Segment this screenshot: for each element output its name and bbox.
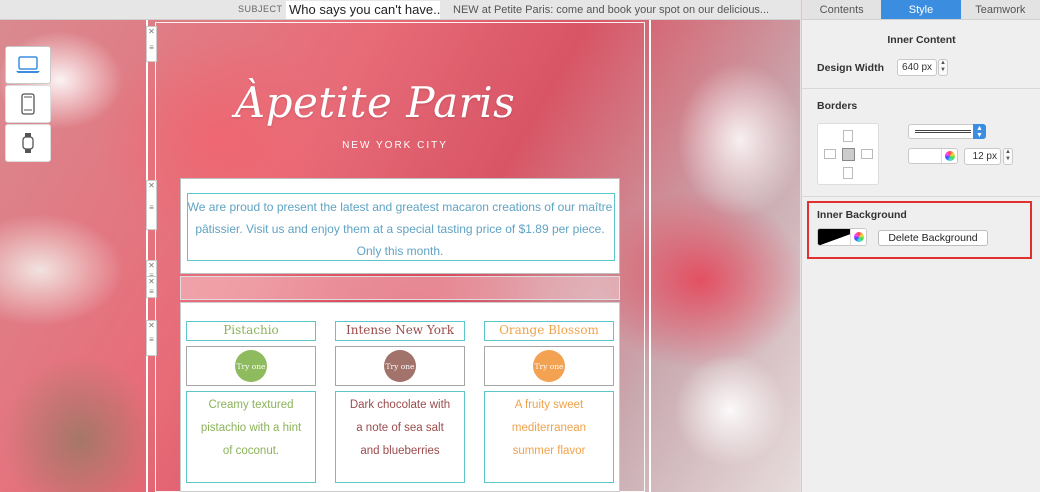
border-all-toggle[interactable] bbox=[842, 148, 855, 161]
row-handle[interactable]: ✕ ≡ bbox=[146, 320, 157, 356]
border-style-select[interactable]: ▲ ▼ bbox=[908, 124, 986, 139]
divider bbox=[802, 88, 1040, 89]
brand-logo: Àpetite Paris bbox=[234, 78, 516, 127]
desktop-view-button[interactable] bbox=[5, 46, 51, 84]
inner-content-title: Inner Content bbox=[887, 34, 956, 46]
badge-cell: Try one bbox=[484, 346, 614, 386]
tab-teamwork[interactable]: Teamwork bbox=[961, 0, 1040, 19]
product-desc-cell: A fruity sweet mediterranean summer flav… bbox=[484, 391, 614, 483]
subject-bar: SUBJECT Who says you can't have... NEW a… bbox=[0, 0, 800, 20]
close-icon[interactable]: ✕ bbox=[148, 321, 155, 331]
design-width-input[interactable]: 640 px bbox=[897, 59, 937, 76]
subject-input[interactable]: Who says you can't have... bbox=[286, 1, 440, 19]
row-handle[interactable]: ✕ ≡ bbox=[146, 180, 157, 230]
row-handle[interactable]: ✕ ≡ bbox=[146, 26, 157, 62]
product-description[interactable]: A fruity sweet mediterranean summer flav… bbox=[485, 392, 613, 465]
border-width-stepper[interactable]: ▲ ▼ bbox=[1003, 148, 1013, 165]
try-one-badge[interactable]: Try one bbox=[533, 350, 565, 382]
border-right-toggle[interactable] bbox=[861, 149, 873, 159]
border-width-input[interactable]: 12 px bbox=[964, 148, 1001, 165]
product-name-cell: Orange Blossom bbox=[484, 321, 614, 341]
border-left-toggle[interactable] bbox=[824, 149, 836, 159]
product-name-cell: Pistachio bbox=[186, 321, 316, 341]
color-wheel-icon bbox=[941, 149, 957, 163]
product-name[interactable]: Orange Blossom bbox=[485, 322, 613, 338]
product-description[interactable]: Dark chocolate with a note of sea salt a… bbox=[336, 392, 464, 465]
panel-tabs: Contents Style Teamwork bbox=[802, 0, 1040, 20]
design-width-label: Design Width bbox=[817, 62, 884, 74]
phone-icon bbox=[21, 93, 35, 115]
close-icon[interactable]: ✕ bbox=[148, 27, 155, 37]
drag-handle-icon[interactable]: ≡ bbox=[149, 43, 154, 53]
product-name-cell: Intense New York bbox=[335, 321, 465, 341]
product-desc-cell: Dark chocolate with a note of sea salt a… bbox=[335, 391, 465, 483]
email-canvas: Àpetite Paris NEW YORK CITY ✕ ≡ ✕ ≡ ✕ ≡ … bbox=[0, 20, 800, 492]
drag-handle-icon[interactable]: ≡ bbox=[149, 203, 154, 213]
mobile-view-button[interactable] bbox=[5, 85, 51, 123]
drag-handle-icon[interactable]: ≡ bbox=[149, 335, 154, 345]
close-icon[interactable]: ✕ bbox=[148, 261, 155, 271]
intro-text[interactable]: We are proud to present the latest and g… bbox=[185, 196, 615, 262]
watch-icon bbox=[22, 133, 34, 153]
laptop-icon bbox=[16, 56, 40, 73]
brand-city: NEW YORK CITY bbox=[342, 140, 448, 151]
border-top-toggle[interactable] bbox=[843, 130, 853, 142]
product-name[interactable]: Pistachio bbox=[187, 322, 315, 338]
divider bbox=[802, 196, 1040, 197]
tab-style[interactable]: Style bbox=[881, 0, 961, 19]
badge-cell: Try one bbox=[335, 346, 465, 386]
product-name[interactable]: Intense New York bbox=[336, 322, 464, 338]
try-one-badge[interactable]: Try one bbox=[384, 350, 416, 382]
product-desc-cell: Creamy textured pistachio with a hint of… bbox=[186, 391, 316, 483]
border-side-selector[interactable] bbox=[817, 123, 879, 185]
close-icon[interactable]: ✕ bbox=[148, 181, 155, 191]
try-one-badge[interactable]: Try one bbox=[235, 350, 267, 382]
borders-title: Borders bbox=[817, 100, 858, 112]
border-color-picker[interactable] bbox=[908, 148, 958, 164]
border-style-preview bbox=[915, 130, 971, 133]
products-block[interactable]: Pistachio Try one Creamy textured pistac… bbox=[180, 302, 620, 492]
border-bottom-toggle[interactable] bbox=[843, 167, 853, 179]
highlight-annotation bbox=[807, 201, 1032, 259]
subject-label: SUBJECT bbox=[238, 4, 283, 14]
drag-handle-icon[interactable]: ≡ bbox=[149, 287, 154, 297]
design-width-stepper[interactable]: ▲ ▼ bbox=[938, 59, 948, 76]
product-description[interactable]: Creamy textured pistachio with a hint of… bbox=[187, 392, 315, 465]
preheader-text[interactable]: NEW at Petite Paris: come and book your … bbox=[453, 4, 769, 16]
close-icon[interactable]: ✕ bbox=[148, 277, 155, 287]
device-switcher bbox=[5, 46, 51, 163]
chevron-updown-icon: ▲ ▼ bbox=[973, 124, 986, 139]
watch-view-button[interactable] bbox=[5, 124, 51, 162]
badge-cell: Try one bbox=[186, 346, 316, 386]
row-handle[interactable]: ✕ ≡ bbox=[146, 276, 157, 298]
tab-contents[interactable]: Contents bbox=[802, 0, 881, 19]
spacer-row[interactable] bbox=[180, 276, 620, 300]
